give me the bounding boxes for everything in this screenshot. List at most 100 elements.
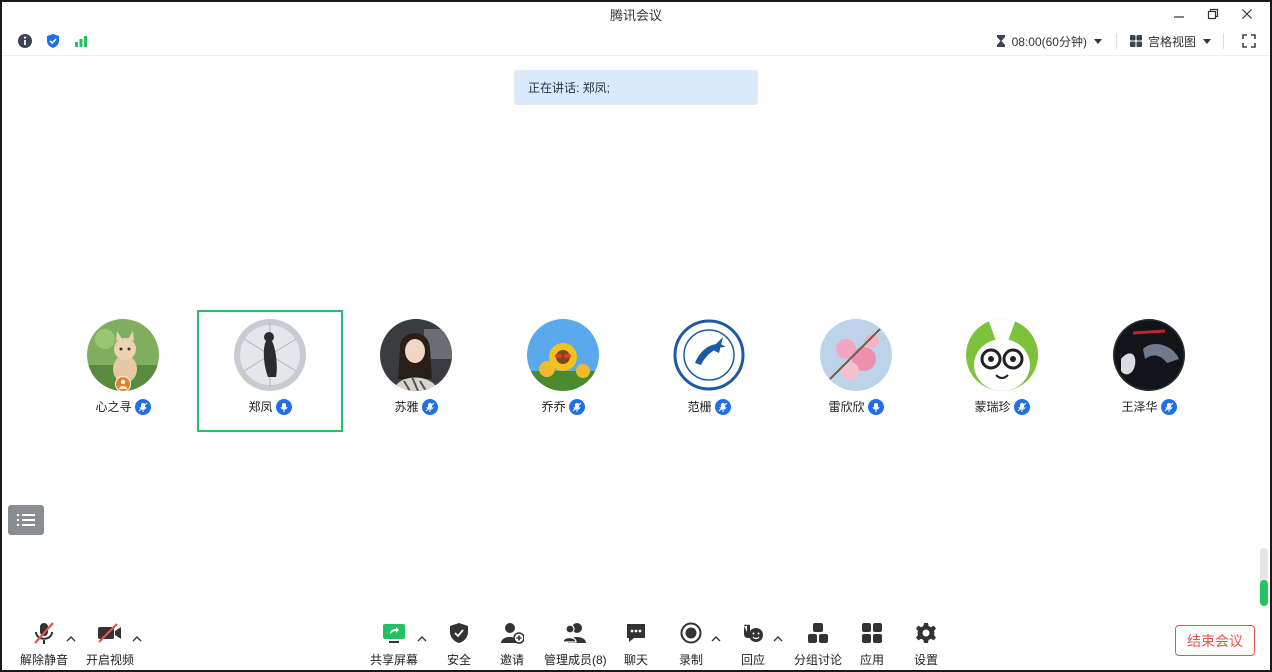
breakout-rooms-button[interactable]: 分组讨论 [794,620,842,668]
restore-button[interactable] [1196,2,1230,26]
participant-name-row: 郑凤 [199,398,341,415]
info-icon [18,34,32,48]
chevron-up-icon [711,636,721,642]
participant-name-row: 蒙瑞珍 [929,398,1075,415]
microphone-icon [714,398,731,415]
video-off-icon [97,620,123,646]
layout-view-button[interactable]: 宫格视图 [1123,33,1217,50]
microphone-icon [1160,398,1177,415]
avatar [673,319,745,391]
speaking-indicator: 正在讲话: 郑凤; [514,70,758,105]
minimize-button[interactable] [1162,2,1196,26]
participant-name-row: 范栅 [636,398,782,415]
share-screen-button[interactable]: 共享屏幕 [370,620,418,668]
avatar [380,319,452,391]
meeting-status-icons [16,32,90,50]
layout-label: 宫格视图 [1147,34,1196,49]
chevron-up-icon [417,636,427,642]
security-button[interactable]: 安全 [446,620,472,668]
reaction-hand-icon [740,620,766,646]
list-icon [17,514,35,526]
host-badge [115,376,131,392]
minimize-icon [1174,16,1184,18]
breakout-icon [805,620,831,646]
start-video-button[interactable]: 开启视频 [86,620,134,668]
avatar [1113,319,1185,391]
avatar [966,319,1038,391]
restore-icon [1207,8,1219,20]
audio-level-meter [1260,548,1268,606]
record-icon [678,620,704,646]
microphone-icon [134,398,151,415]
apps-icon [859,620,885,646]
chevron-down-icon [1203,38,1211,44]
gear-icon [913,620,939,646]
meeting-info-button[interactable] [16,32,34,50]
fullscreen-icon [1242,34,1256,48]
participant-tile[interactable]: 范栅 [636,310,782,432]
grid-view-icon [1129,35,1142,47]
meeting-timer[interactable]: 08:00(60分钟) [987,33,1110,50]
participant-tile-active[interactable]: 郑凤 [197,310,343,432]
divider [1223,33,1224,49]
user-icon [119,379,127,389]
settings-button[interactable]: 设置 [913,620,939,668]
meeting-window: 腾讯会议 08:00(60分钟) 宫格视图 正在讲话: 郑凤; 心之寻 郑凤 苏… [0,0,1272,672]
participant-name: 郑凤 [248,400,273,414]
end-meeting-button[interactable]: 结束会议 [1175,625,1255,656]
participant-tile[interactable]: 苏雅 [343,310,489,432]
participant-name-row: 苏雅 [343,398,489,415]
encryption-button[interactable] [44,32,62,50]
signal-icon [75,36,87,47]
window-title: 腾讯会议 [609,7,662,23]
participant-name-row: 心之寻 [50,398,196,415]
invite-button[interactable]: 邀请 [499,620,525,668]
unmute-button[interactable]: 解除静音 [20,620,68,668]
share-screen-icon [381,620,407,646]
chat-icon [623,620,649,646]
participant-tile[interactable]: 心之寻 [50,310,196,432]
member-list-toggle-button[interactable] [8,505,44,535]
record-options-button[interactable] [711,634,721,644]
speaking-text: 正在讲话: 郑凤; [528,81,611,95]
participant-name: 心之寻 [95,400,132,414]
microphone-muted-icon [31,620,57,646]
apps-button[interactable]: 应用 [859,620,885,668]
video-options-button[interactable] [132,634,142,644]
participant-name-row: 乔乔 [490,398,636,415]
chevron-up-icon [66,636,76,642]
microphone-icon [568,398,585,415]
window-controls [1162,2,1264,26]
add-user-icon [499,620,525,646]
info-bar-right: 08:00(60分钟) 宫格视图 [987,30,1258,52]
participant-tile[interactable]: 雷欣欣 [783,310,929,432]
participant-tile[interactable]: 王泽华 [1076,310,1222,432]
divider [1115,33,1117,49]
react-options-button[interactable] [773,634,783,644]
share-options-button[interactable] [417,634,427,644]
react-button[interactable]: 回应 [740,620,766,668]
microphone-icon [275,398,292,415]
audio-level-fill [1260,579,1268,606]
record-button[interactable]: 录制 [678,620,704,668]
network-status-button[interactable] [72,32,90,50]
participant-name: 乔乔 [541,400,566,414]
participant-name: 范栅 [687,400,712,414]
manage-members-button[interactable]: 管理成员(8) [544,620,607,668]
participant-name: 苏雅 [394,400,419,414]
microphone-icon [421,398,438,415]
participant-name: 蒙瑞珍 [974,400,1011,414]
chat-button[interactable]: 聊天 [623,620,649,668]
chevron-down-icon [1093,38,1102,44]
avatar [820,319,892,391]
shield-check-icon [47,34,59,48]
participant-name-row: 雷欣欣 [783,398,929,415]
close-button[interactable] [1230,2,1264,26]
unmute-options-button[interactable] [66,634,76,644]
microphone-icon [1013,398,1030,415]
fullscreen-button[interactable] [1240,32,1258,50]
microphone-icon [867,398,884,415]
participant-tile[interactable]: 乔乔 [490,310,636,432]
chevron-up-icon [132,636,142,642]
participant-tile[interactable]: 蒙瑞珍 [929,310,1075,432]
